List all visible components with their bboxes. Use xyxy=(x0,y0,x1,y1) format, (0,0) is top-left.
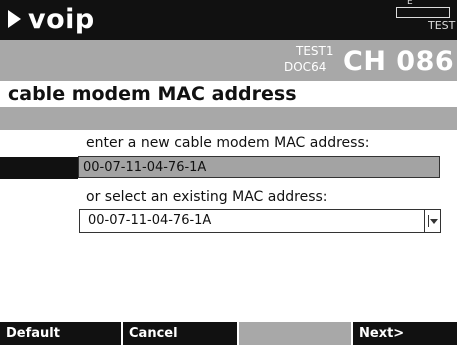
standard-label: DOC64 xyxy=(284,60,327,74)
test-mode-label: TEST1 xyxy=(296,44,334,58)
selection-indicator xyxy=(0,157,78,179)
existing-mac-prompt: or select an existing MAC address: xyxy=(86,189,328,205)
mac-address-input[interactable] xyxy=(78,156,440,178)
page-title: cable modem MAC address xyxy=(8,83,297,105)
dropdown-bar-icon xyxy=(428,215,429,227)
existing-mac-select[interactable]: 00-07-11-04-76-1A xyxy=(79,209,441,233)
next-button[interactable]: Next> xyxy=(351,322,457,345)
new-mac-prompt: enter a new cable modem MAC address: xyxy=(86,135,370,151)
softkey-bar: Default Cancel Next> xyxy=(0,322,457,345)
app-title-text: voip xyxy=(28,4,95,35)
chevron-down-icon xyxy=(430,219,438,224)
cancel-button[interactable]: Cancel xyxy=(121,322,237,345)
existing-mac-value: 00-07-11-04-76-1A xyxy=(88,213,212,228)
dropdown-button[interactable] xyxy=(424,210,440,232)
softkey-3-button[interactable] xyxy=(237,322,351,345)
channel-label: CH 086 xyxy=(343,46,455,77)
app-title: voip xyxy=(8,0,95,40)
default-button[interactable]: Default xyxy=(0,322,121,345)
play-triangle-icon xyxy=(8,9,21,28)
battery-icon xyxy=(396,7,450,18)
battery-label: E xyxy=(407,0,413,7)
test-status-label: TEST xyxy=(428,19,456,32)
divider-bar xyxy=(0,107,457,130)
